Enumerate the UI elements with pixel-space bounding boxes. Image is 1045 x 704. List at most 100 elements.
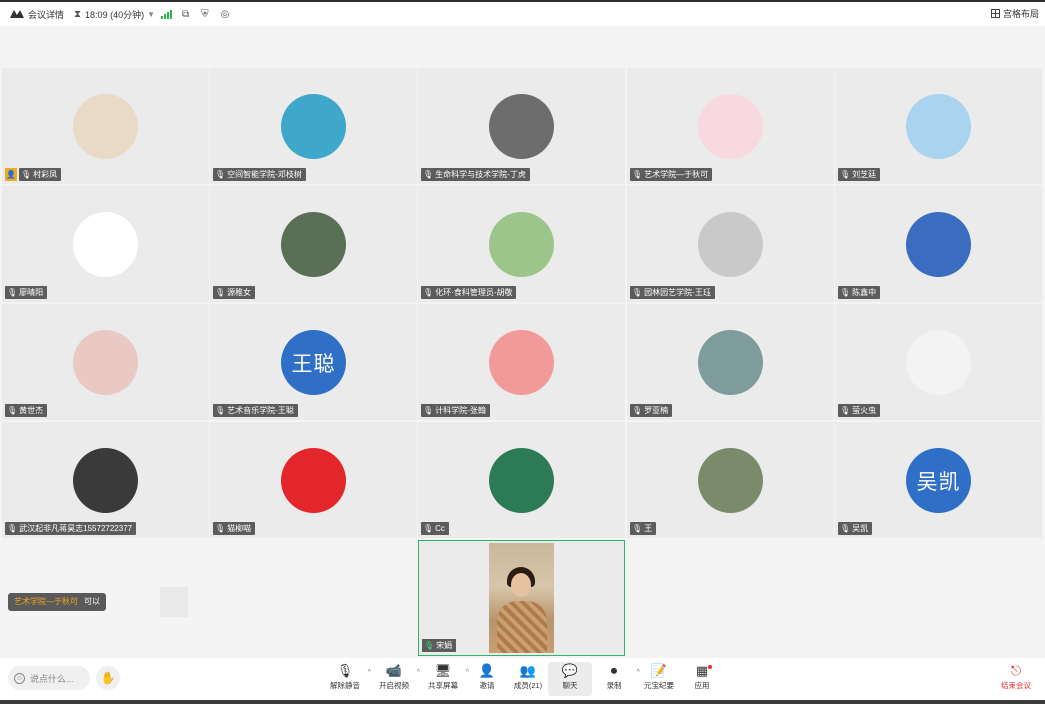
participant-tile[interactable]: 🎙 黄世杰 [2,304,209,420]
toolbar-icon: 🎙 [336,663,354,678]
toolbar-button[interactable]: 🎙 解除静音 ^ [323,662,371,696]
toolbar-button[interactable]: 📝 元宝纪要 [637,662,681,696]
participant-name: 生命科学与技术学院-丁虎 [435,170,526,179]
participant-nametag: 🎙 Cc [421,522,449,535]
mic-muted-icon: 🎙 [632,406,643,415]
participant-tile[interactable]: 🎙 生命科学与技术学院-丁虎 [418,68,625,184]
toolbar-button-label: 元宝纪要 [644,681,674,690]
chat-input[interactable]: ☺ 说点什么... [8,666,90,690]
toolbar-button[interactable]: 👥 成员(21) [506,662,550,696]
toolbar-icon: 📹 [385,663,403,678]
participant-tile[interactable]: 🎙 计科学院-张翰 [418,304,625,420]
participant-nametag: 🎙 艺术音乐学院-王聪 [213,404,298,417]
external-window-icon[interactable]: ⧉ [182,9,189,20]
hourglass-icon: ⧗ [74,8,82,20]
toolbar-button[interactable]: 💬 聊天 [548,662,592,696]
participant-name: 艺术音乐学院-王聪 [227,406,294,415]
toolbar-button[interactable]: 🖥 共享屏幕 ^ [421,662,469,696]
participant-tile[interactable]: 🎙 园林园艺学院-王珏 [627,186,834,302]
mic-muted-icon: 🎙 [215,288,226,297]
participant-name: 猫柳喵 [227,524,252,533]
participant-tile[interactable]: 🎙 萤火虫 [835,304,1042,420]
active-speaker-tile[interactable]: 🎙 宋娟 [418,540,625,656]
participant-tile[interactable]: 🎙 源稚女 [210,186,417,302]
participant-nametag: 🎙 黄世杰 [5,404,48,417]
participant-nametag: 🎙 陈鑫中 [838,286,881,299]
participant-tile[interactable]: 🎙 Cc [418,422,625,538]
avatar [698,212,763,277]
caret-up-icon[interactable]: ^ [368,669,371,676]
toolbar-button[interactable]: ⏺ 录制 ^ [592,662,641,696]
mic-muted-icon: 🎙 [840,406,851,415]
participant-tile[interactable]: 吴凯 🎙 吴凯 [835,422,1042,538]
mic-muted-icon: 🎙 [215,406,226,415]
toolbar-button-label: 录制 [606,681,622,690]
tencent-meeting-logo-icon [10,10,24,18]
mic-muted-icon: 🎙 [7,288,18,297]
chat-toast[interactable]: 艺术学院—于秋可 可以 [8,593,106,611]
toolbar-button[interactable]: ▦ 应用 [680,662,724,696]
participant-tile[interactable]: 🎙 刘芝廷 [835,68,1042,184]
participant-tile[interactable]: 🎙 艺术学院—于秋可 [627,68,834,184]
toolbar-button-label: 应用 [694,681,710,690]
participant-tile[interactable]: 🎙 猫柳喵 [210,422,417,538]
avatar [698,94,763,159]
eye-hidden-icon[interactable]: ◎ [221,9,230,20]
meeting-duration: 18:09 (40分钟) [85,9,145,20]
avatar [281,94,346,159]
chevron-down-icon[interactable]: ▼ [147,10,155,19]
mic-muted-icon: 🎙 [840,288,851,297]
participant-name: 陈鑫中 [852,288,877,297]
avatar-text: 王聪 [291,351,336,376]
participant-tile[interactable]: 🎙 空间智能学院-邓枝树 [210,68,417,184]
toolbar-button[interactable]: 📹 开启视频 ^ [372,662,420,696]
avatar [489,330,554,395]
bottom-toolbar: ☺ 说点什么... ✋ 🎙 解除静音 ^ 📹 开启视频 ^ 🖥 共享屏幕 ^ 👤 邀请 👥 成员(21)… [0,658,1045,700]
participant-tile[interactable]: 王聪 🎙 艺术音乐学院-王聪 [210,304,417,420]
toolbar-button[interactable]: 👤 邀请 [465,662,509,696]
participant-name: 化环·食科管理员-胡敬 [435,288,513,297]
avatar [906,330,971,395]
toolbar-button-label: 成员(21) [513,681,543,690]
toolbar-icon: 💬 [561,663,579,678]
toolbar-icon: ▦ [695,663,709,678]
end-meeting-button[interactable]: ⎋ 结束会议 [994,662,1038,696]
meeting-info-link[interactable]: 会议详情 [28,8,64,21]
toolbar-button-label: 开启视频 [379,681,409,690]
participant-tile[interactable]: 👤 🎙 村彩凤 [2,68,209,184]
layout-button[interactable]: 宫格布局 [990,7,1039,20]
emoji-icon[interactable]: ☺ [14,672,25,684]
participant-tile[interactable]: 🎙 陈鑫中 [835,186,1042,302]
participant-name: 武汉起非凡蒋昊志15572722377 [19,524,133,533]
mic-muted-icon: 🎙 [840,524,851,533]
participant-tile[interactable]: 🎙 王 [627,422,834,538]
layout-label: 宫格布局 [1002,9,1039,19]
participant-tile[interactable]: 🎙 廖晴阳 [2,186,209,302]
meeting-window: 会议详情 ⧗ 18:09 (40分钟) ▼ ⧉ ⛨ ◎ 宫格布局 👤 🎙 村彩凤 🎙 空… [0,2,1045,700]
participant-nametag: 🎙 生命科学与技术学院-丁虎 [421,168,530,181]
participant-tile[interactable]: 🎙 武汉起非凡蒋昊志15572722377 [2,422,209,538]
caret-up-icon[interactable]: ^ [417,669,420,676]
participant-name: 罗亚楠 [644,406,669,415]
avatar: 吴凯 [906,448,971,513]
participant-nametag: 🎙 猫柳喵 [213,522,256,535]
mic-muted-icon: 🎙 [840,170,851,179]
mic-muted-icon: 🎙 [423,170,434,179]
avatar [73,448,138,513]
participant-tile[interactable]: 🎙 化环·食科管理员-胡敬 [418,186,625,302]
host-badge-icon: 👤 [5,168,17,181]
raise-hand-button[interactable]: ✋ [96,666,120,690]
security-shield-icon[interactable]: ⛨ [201,9,209,20]
participant-nametag: 🎙 吴凯 [838,522,873,535]
chat-toast-faded [160,587,188,617]
mic-muted-icon: 🎙 [423,524,434,533]
avatar: 王聪 [281,330,346,395]
participant-nametag: 🎙 空间智能学院-邓枝树 [213,168,306,181]
participant-tile[interactable]: 🎙 罗亚楠 [627,304,834,420]
toolbar-icon: 👤 [478,663,496,678]
participant-nametag: 🎙 艺术学院—于秋可 [630,168,713,181]
participant-name: 空间智能学院-邓枝树 [227,170,302,179]
avatar [73,330,138,395]
mic-muted-icon: 🎙 [632,288,643,297]
participant-name: 廖晴阳 [19,288,44,297]
